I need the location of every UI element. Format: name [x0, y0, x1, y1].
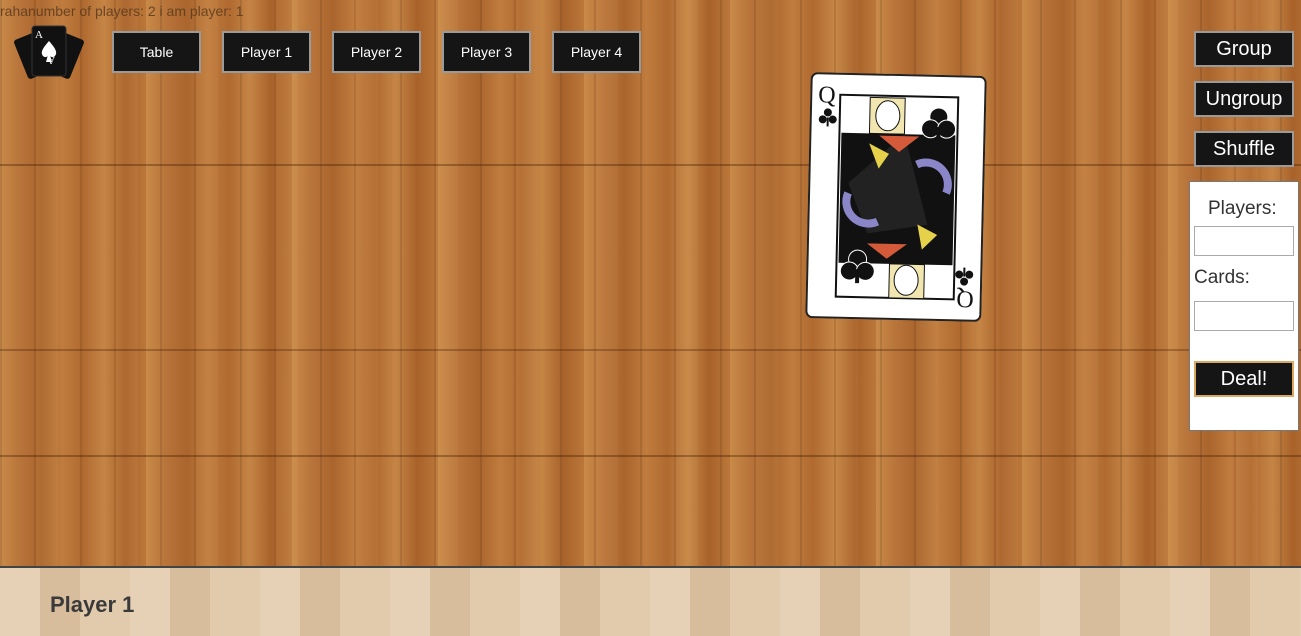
card-rank-top: Q: [818, 82, 836, 108]
deal-panel: Players: Cards: Deal!: [1189, 181, 1299, 431]
player-hand-area[interactable]: Player 1: [0, 566, 1301, 636]
tab-player-4[interactable]: Player 4: [552, 31, 641, 73]
hand-owner-label: Player 1: [50, 592, 135, 617]
ungroup-button[interactable]: Ungroup: [1194, 81, 1294, 117]
wood-table-surface: [0, 0, 1301, 566]
svg-text:Q: Q: [956, 285, 974, 311]
cards-label: Cards:: [1194, 267, 1250, 288]
tab-table[interactable]: Table: [112, 31, 201, 73]
players-input[interactable]: [1194, 226, 1294, 256]
cards-input[interactable]: [1194, 301, 1294, 331]
tab-player-1[interactable]: Player 1: [222, 31, 311, 73]
group-button[interactable]: Group: [1194, 31, 1294, 67]
card-deck-logo-icon: A A: [14, 25, 84, 79]
status-line: rahanumber of players: 2 i am player: 1: [0, 3, 244, 19]
shuffle-button[interactable]: Shuffle: [1194, 131, 1294, 167]
players-label: Players:: [1208, 198, 1277, 219]
tab-player-3[interactable]: Player 3: [442, 31, 531, 73]
queen-of-clubs-card[interactable]: Q Q: [805, 72, 987, 322]
deal-button[interactable]: Deal!: [1194, 361, 1294, 397]
tab-player-2[interactable]: Player 2: [332, 31, 421, 73]
svg-text:A: A: [35, 29, 43, 41]
